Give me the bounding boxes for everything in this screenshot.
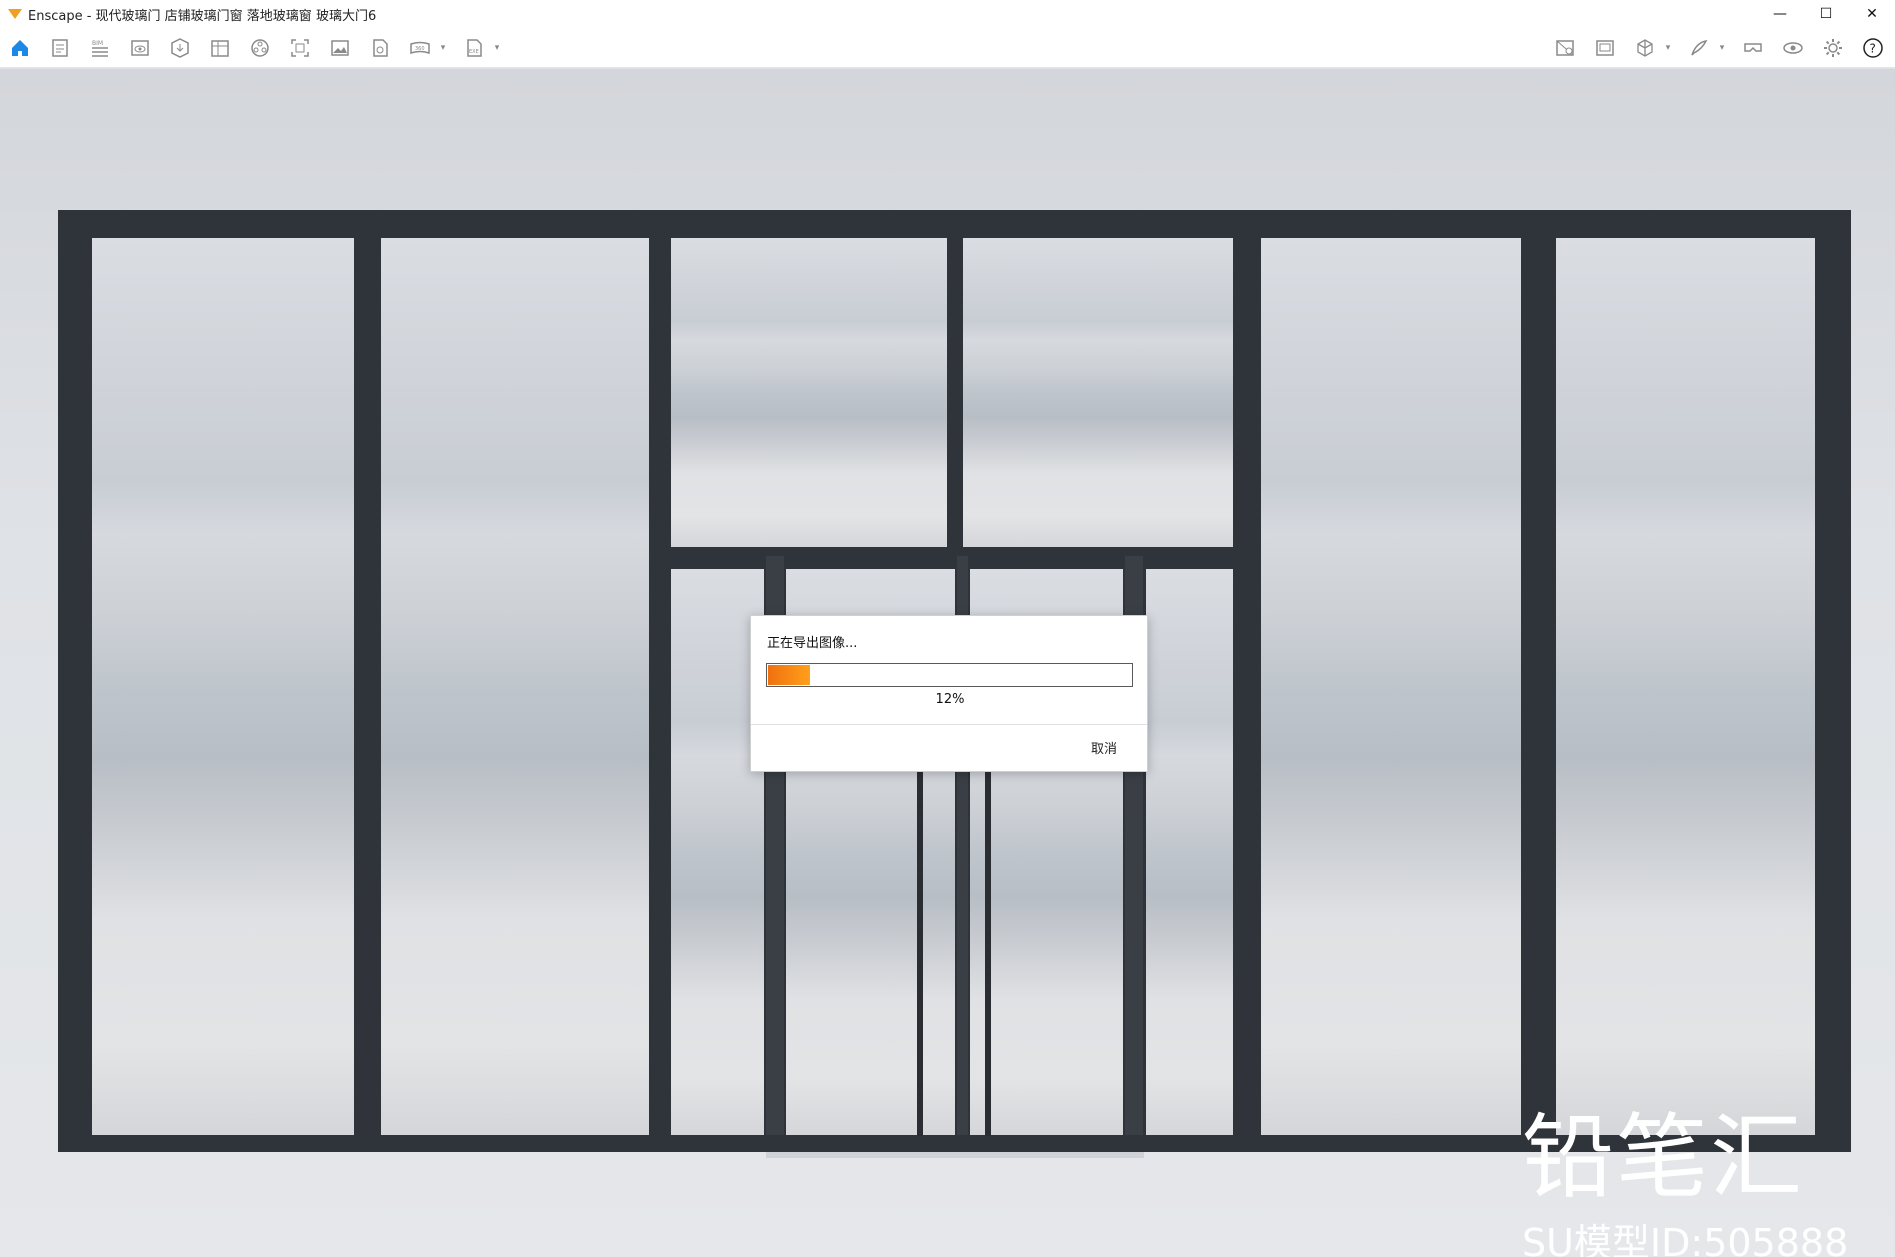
enscape-logo-icon [8, 7, 22, 21]
watermark-brand: 铅笔汇 [1522, 1104, 1805, 1211]
dialog-divider [751, 724, 1147, 725]
export-progress-dialog: 正在导出图像... 12% 取消 [750, 615, 1148, 772]
sketch-icon[interactable] [1685, 34, 1713, 62]
progress-bar-fill [768, 665, 810, 685]
cube-icon[interactable] [1631, 34, 1659, 62]
eye-panel-icon[interactable] [126, 34, 154, 62]
window-title: Enscape - 现代玻璃门 店铺玻璃门窗 落地玻璃窗 玻璃大门6 [28, 8, 377, 24]
toolbar-left-group: BIM 360 ▾ EXE ▾ [6, 34, 502, 62]
render-viewport[interactable]: 正在导出图像... 12% 取消 铅笔汇 SU模型ID:505888 [0, 69, 1895, 1257]
window-controls: — ☐ ✕ [1757, 0, 1895, 28]
screenshot-icon[interactable] [286, 34, 314, 62]
svg-text:EXE: EXE [469, 49, 479, 55]
svg-text:?: ? [1870, 42, 1876, 56]
cube-dropdown-icon[interactable]: ▾ [1663, 34, 1673, 62]
gear-icon[interactable] [1819, 34, 1847, 62]
svg-text:BIM: BIM [92, 40, 103, 47]
asset-icon[interactable] [166, 34, 194, 62]
dialog-title: 正在导出图像... [767, 636, 858, 651]
document-icon[interactable] [46, 34, 74, 62]
panorama-icon[interactable]: 360 [406, 34, 434, 62]
sketch-dropdown-icon[interactable]: ▾ [1717, 34, 1727, 62]
minimize-button[interactable]: — [1757, 0, 1803, 28]
gallery-icon[interactable] [1591, 34, 1619, 62]
eye-icon[interactable] [1779, 34, 1807, 62]
views-icon[interactable] [206, 34, 234, 62]
export-exe-icon[interactable]: EXE [460, 34, 488, 62]
render-file-icon[interactable] [366, 34, 394, 62]
progress-percent: 12% [935, 692, 965, 707]
cancel-button[interactable]: 取消 [1091, 738, 1117, 757]
toolbar-right-group: ▾ ▾ ? [1551, 34, 1887, 62]
toolbar: BIM 360 ▾ EXE ▾ ▾ ▾ ? [0, 28, 1895, 89]
help-icon[interactable]: ? [1859, 34, 1887, 62]
title-bar: Enscape - 现代玻璃门 店铺玻璃门窗 落地玻璃窗 玻璃大门6 — ☐ ✕ [0, 0, 1895, 28]
settings-wheel-icon[interactable] [246, 34, 274, 62]
image-icon[interactable] [326, 34, 354, 62]
maximize-button[interactable]: ☐ [1803, 0, 1849, 28]
watermark-model-id: SU模型ID:505888 [1522, 1221, 1849, 1257]
close-button[interactable]: ✕ [1849, 0, 1895, 28]
panorama-dropdown-icon[interactable]: ▾ [438, 34, 448, 62]
home-icon[interactable] [6, 34, 34, 62]
vr-icon[interactable] [1739, 34, 1767, 62]
progress-bar [766, 663, 1133, 687]
bim-icon[interactable]: BIM [86, 34, 114, 62]
map-icon[interactable] [1551, 34, 1579, 62]
export-dropdown-icon[interactable]: ▾ [492, 34, 502, 62]
svg-text:360: 360 [415, 46, 425, 52]
